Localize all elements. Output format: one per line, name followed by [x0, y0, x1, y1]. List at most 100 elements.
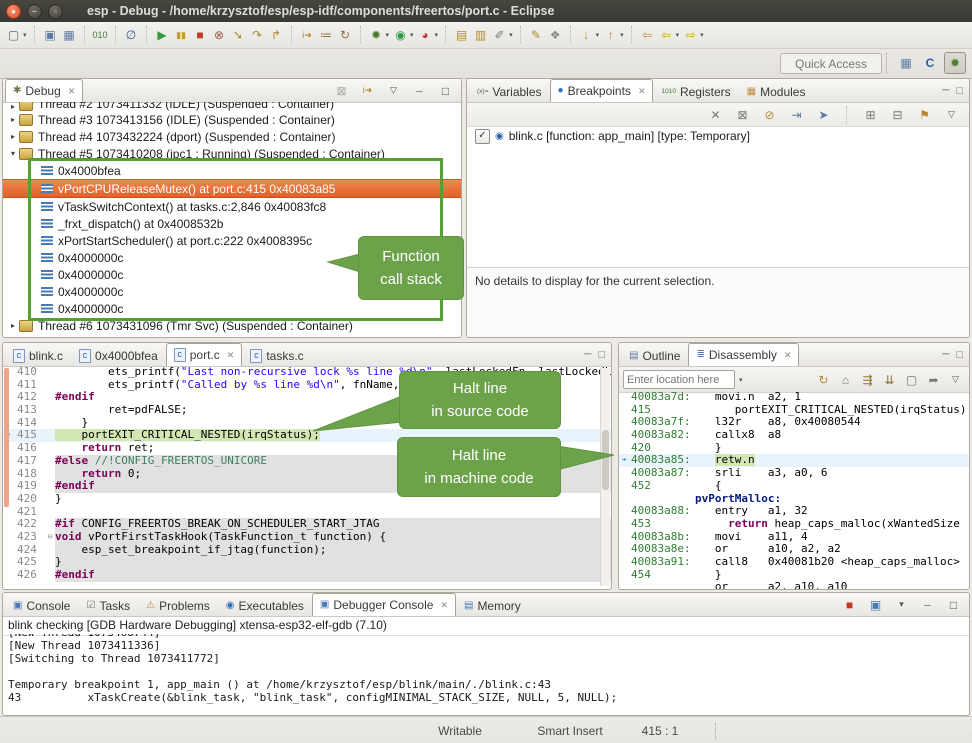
remove-selected-breakpoints-icon[interactable]: ✕	[707, 106, 724, 124]
disconnect-icon[interactable]: ⊗	[211, 26, 228, 44]
tab-problems[interactable]: ⚠Problems	[138, 594, 218, 616]
save-all-icon[interactable]: ▦	[61, 26, 78, 44]
disassembly-line[interactable]: 40083a88: entry a1, 32	[619, 505, 969, 518]
minimize-icon[interactable]: ─	[942, 349, 949, 360]
collapse-all-icon[interactable]: ⊟	[889, 106, 906, 124]
thread-row[interactable]: ▸Thread #3 1073413156 (IDLE) (Suspended …	[3, 111, 461, 128]
back-dropdown-icon[interactable]: ▾	[676, 31, 680, 39]
next-annotation-dropdown-icon[interactable]: ▾	[596, 31, 600, 39]
tab-registers[interactable]: 1010Registers	[653, 80, 738, 102]
tab-tasks[interactable]: ☑Tasks	[78, 594, 138, 616]
step-over-icon[interactable]: ↷	[249, 26, 266, 44]
groupings-icon[interactable]: ⚑	[916, 106, 933, 124]
fold-icon[interactable]: ⊖	[45, 531, 55, 544]
thread-row[interactable]: ▸Thread #2 1073411332 (IDLE) (Suspended …	[3, 102, 461, 111]
step-into-icon[interactable]: ➘	[230, 26, 247, 44]
run-icon[interactable]: ◉	[392, 26, 409, 44]
close-icon[interactable]: ✕	[68, 86, 76, 97]
restart-icon[interactable]: ↻	[337, 26, 354, 44]
console-output[interactable]: [New Thread 1073468744][New Thread 10734…	[3, 634, 969, 715]
open-type-icon[interactable]: ▤	[453, 26, 470, 44]
disassembly-listing[interactable]: 40083a7d: movi.n a2, 1415 portEXIT_CRITI…	[619, 391, 969, 589]
save-icon[interactable]: ▣	[42, 26, 59, 44]
home-icon[interactable]: ⌂	[837, 371, 854, 389]
go-to-file-icon[interactable]: ➤	[815, 106, 832, 124]
profile-icon[interactable]: ◕	[417, 26, 434, 44]
instruction-stepping-icon[interactable]: i➜	[299, 26, 316, 44]
tab-0x4000bfea[interactable]: c0x4000bfea	[71, 344, 166, 366]
tree-expander-icon[interactable]: ▸	[7, 102, 19, 111]
skip-all-breakpoints-icon[interactable]: ∅	[123, 26, 140, 44]
close-icon[interactable]: ✕	[784, 350, 792, 361]
disassembly-line[interactable]: 40083a91: call8 0x40081b20 <heap_caps_ma…	[619, 556, 969, 569]
quick-access-button[interactable]: Quick Access	[780, 53, 882, 74]
close-icon[interactable]: ✕	[440, 600, 448, 611]
cpp-perspective-button[interactable]: C	[920, 53, 940, 73]
skip-all-breakpoints-icon[interactable]: ⊘	[761, 106, 778, 124]
debug-perspective-button[interactable]: ✹	[944, 52, 966, 74]
back-icon[interactable]: ⇦	[658, 26, 675, 44]
tab-variables[interactable]: (x)=Variables	[469, 80, 550, 102]
remove-all-terminated-icon[interactable]: ⊠	[333, 82, 350, 100]
terminate-icon[interactable]: ■	[841, 596, 858, 614]
terminate-icon[interactable]: ■	[192, 26, 209, 44]
disassembly-line[interactable]: 40083a7d: movi.n a2, 1	[619, 391, 969, 404]
location-dropdown-icon[interactable]: ▾	[739, 376, 743, 384]
debug-icon[interactable]: ✹	[368, 26, 385, 44]
tab-disassembly[interactable]: ≣Disassembly✕	[688, 343, 799, 366]
tree-expander-icon[interactable]: ▸	[7, 115, 19, 124]
previous-annotation-dropdown-icon[interactable]: ▾	[620, 31, 624, 39]
code-line[interactable]: 423⊖void vPortFirstTaskHook(TaskFunction…	[3, 531, 611, 544]
use-step-filters-icon[interactable]: ≔	[318, 26, 335, 44]
tab-port-c[interactable]: cport.c✕	[166, 343, 243, 366]
view-menu-icon[interactable]: ▽	[947, 371, 964, 389]
view-menu-icon[interactable]: ▽	[943, 106, 960, 124]
expand-all-icon[interactable]: ⊞	[862, 106, 879, 124]
window-maximize-button[interactable]: ▫	[48, 4, 63, 19]
tab-blink-c[interactable]: cblink.c	[5, 344, 71, 366]
disassembly-line[interactable]: or a2, a10, a10	[619, 581, 969, 589]
maximize-icon[interactable]: □	[945, 596, 962, 614]
code-line[interactable]: 425}	[3, 556, 611, 569]
maximize-icon[interactable]: □	[598, 349, 605, 361]
breakpoint-item[interactable]: ✓ ◉ blink.c [function: app_main] [type: …	[467, 127, 969, 145]
run-dropdown-icon[interactable]: ▾	[410, 31, 414, 39]
resume-icon[interactable]: ▶	[154, 26, 171, 44]
tab-modules[interactable]: ▦Modules	[739, 80, 814, 102]
search-icon[interactable]: ✐	[491, 26, 508, 44]
close-icon[interactable]: ✕	[227, 350, 235, 361]
disassembly-line[interactable]: 40083a87: srli a3, a0, 6	[619, 467, 969, 480]
maximize-icon[interactable]: □	[956, 349, 963, 361]
instruction-stepping-mode-icon[interactable]: i➜	[359, 82, 376, 100]
search-dropdown-icon[interactable]: ▾	[509, 31, 513, 39]
editor-vertical-scrollbar[interactable]	[600, 368, 610, 586]
maximize-icon[interactable]: □	[437, 82, 454, 100]
new-wizard-icon[interactable]: ▢	[5, 26, 22, 44]
tab-console[interactable]: ▣Console	[5, 594, 78, 616]
sync-with-context-icon[interactable]: ⇶	[859, 371, 876, 389]
annotations-icon[interactable]: ❖	[547, 26, 564, 44]
display-selected-console-icon[interactable]: ▣	[867, 596, 884, 614]
window-minimize-button[interactable]: –	[27, 4, 42, 19]
tab-debug[interactable]: ✱ Debug ✕	[5, 79, 83, 102]
disassembly-line[interactable]: 453 return heap_caps_malloc(xWantedSize	[619, 518, 969, 531]
tab-debugger-console[interactable]: ▣Debugger Console✕	[312, 593, 456, 616]
window-close-button[interactable]: ●	[6, 4, 21, 19]
refresh-icon[interactable]: ↻	[815, 371, 832, 389]
new-view-icon[interactable]: ▢	[903, 371, 920, 389]
open-resource-icon[interactable]: ▥	[472, 26, 489, 44]
thread-row[interactable]: ▸Thread #4 1073432224 (dport) (Suspended…	[3, 128, 461, 145]
suspend-icon[interactable]: ▮▮	[173, 26, 190, 44]
track-expression-icon[interactable]: ⇊	[881, 371, 898, 389]
previous-annotation-icon[interactable]: ↑	[602, 26, 619, 44]
tree-expander-icon[interactable]: ▸	[7, 321, 19, 330]
open-console-dropdown-icon[interactable]: ▾	[893, 596, 910, 614]
disassembly-line[interactable]: 452 {	[619, 480, 969, 493]
step-return-icon[interactable]: ↱	[268, 26, 285, 44]
tree-expander-icon[interactable]: ▸	[7, 132, 19, 141]
disassembly-line[interactable]: 40083a82: callx8 a8	[619, 429, 969, 442]
code-line[interactable]: 426#endif	[3, 569, 611, 582]
code-line[interactable]: 422#if CONFIG_FREERTOS_BREAK_ON_SCHEDULE…	[3, 518, 611, 531]
open-new-view-icon[interactable]: ➦	[925, 371, 942, 389]
minimize-icon[interactable]: ─	[584, 349, 591, 360]
